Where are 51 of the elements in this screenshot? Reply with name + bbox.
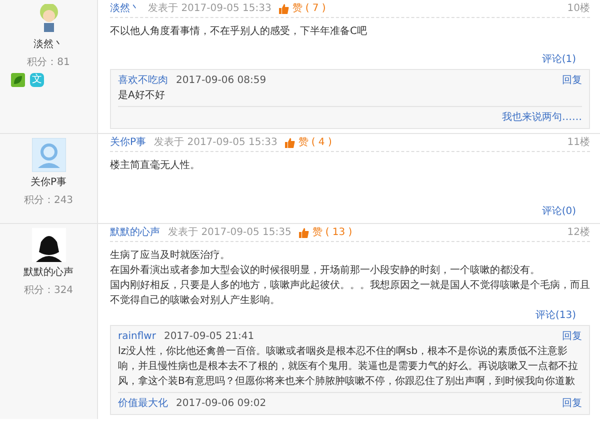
like-button[interactable]: 赞 ( 4 ) xyxy=(285,135,332,150)
post-paragraph: 国内刚好相反，只要是人多的地方，咳嗽声此起彼伏。。。我想原因之一就是国人不觉得咳嗽是个毛病，而且不觉得自己的咳嗽会对别人产生影响。 xyxy=(110,278,590,308)
comment-link[interactable]: 评论(13) xyxy=(535,308,576,323)
commenter-name[interactable]: 喜欢不吃肉 xyxy=(118,73,168,88)
comment-time: 2017-09-06 08:59 xyxy=(176,74,266,88)
like-label: 赞 xyxy=(292,2,302,16)
post-date: 发表于 2017-09-05 15:33 xyxy=(154,136,278,150)
author-name[interactable]: 默默的心声 xyxy=(24,265,74,280)
score-text: 积分：81 xyxy=(27,56,70,70)
post-paragraph: 不以他人角度看事情，不在乎别人的感受，下半年准备C吧 xyxy=(110,24,368,39)
thumbs-up-icon xyxy=(279,4,290,14)
floor-number: 11楼 xyxy=(567,136,590,150)
thumbs-up-icon xyxy=(285,138,296,148)
like-count: ( 13 ) xyxy=(325,226,352,240)
author-link[interactable]: 默默的心声 xyxy=(110,225,160,240)
author-name[interactable]: 淡然丶 xyxy=(34,37,64,52)
like-count: ( 7 ) xyxy=(305,2,326,16)
author-link[interactable]: 淡然丶 xyxy=(110,1,140,16)
post-date: 发表于 2017-09-05 15:35 xyxy=(168,226,292,240)
thumbs-up-icon xyxy=(299,228,310,238)
like-label: 赞 xyxy=(298,136,308,150)
commenter-name[interactable]: rainflwr xyxy=(118,329,156,344)
comment-time: 2017-09-06 09:02 xyxy=(176,397,266,411)
like-count: ( 4 ) xyxy=(311,136,332,150)
score-text: 积分：324 xyxy=(24,284,74,298)
add-comment-link[interactable]: 我也来说两句…… xyxy=(502,110,582,125)
reply-link[interactable]: 回复 xyxy=(562,73,582,88)
post-date: 发表于 2017-09-05 15:33 xyxy=(148,2,272,16)
comment-text: lz没人性，你比他还禽兽一百倍。咳嗽或者咽炎是根本忍不住的啊sb，根本不是你说的素质低不注意影响，并且慢性病也是根本去不了根的，就医有个鬼用。装逼也是需要力气的好么。再说咳嗽又一点都不拉风，拿这个装B有意思吗？但愿你将来也来个肺脓肿咳嗽不停，你跟忍住了别出声啊，到时候我向你道歉 xyxy=(118,344,579,389)
reply-link[interactable]: 回复 xyxy=(562,329,582,344)
commenter-name[interactable]: 价值最大化 xyxy=(118,396,168,411)
like-button[interactable]: 赞 ( 7 ) xyxy=(279,1,326,16)
comment-time: 2017-09-05 21:41 xyxy=(164,330,254,344)
reply-link[interactable]: 回复 xyxy=(562,396,582,411)
like-label: 赞 xyxy=(312,226,322,240)
post-paragraph: 在国外看演出或者参加大型会议的时候很明显，开场前那一小段安静的时刻，一个咳嗽的都没有。 xyxy=(110,264,541,278)
score-text: 积分：243 xyxy=(24,194,74,208)
text-badge: 文 xyxy=(30,73,44,87)
floor-number: 12楼 xyxy=(567,226,590,240)
post-paragraph: 生病了应当及时就医治疗。 xyxy=(110,248,231,263)
author-name[interactable]: 关你P事 xyxy=(30,175,67,190)
leaf-badge-icon xyxy=(11,73,25,87)
like-button[interactable]: 赞 ( 13 ) xyxy=(299,225,352,240)
floor-number: 10楼 xyxy=(567,2,590,16)
user-avatar xyxy=(32,138,66,172)
comment-link[interactable]: 评论(1) xyxy=(542,52,576,67)
silhouette-avatar xyxy=(32,228,66,262)
author-link[interactable]: 关你P事 xyxy=(110,135,146,150)
comment-link[interactable]: 评论(0) xyxy=(542,204,576,219)
post-paragraph: 楼主简直毫无人性。 xyxy=(110,158,201,173)
comment-text: 是A好不好 xyxy=(118,89,166,103)
